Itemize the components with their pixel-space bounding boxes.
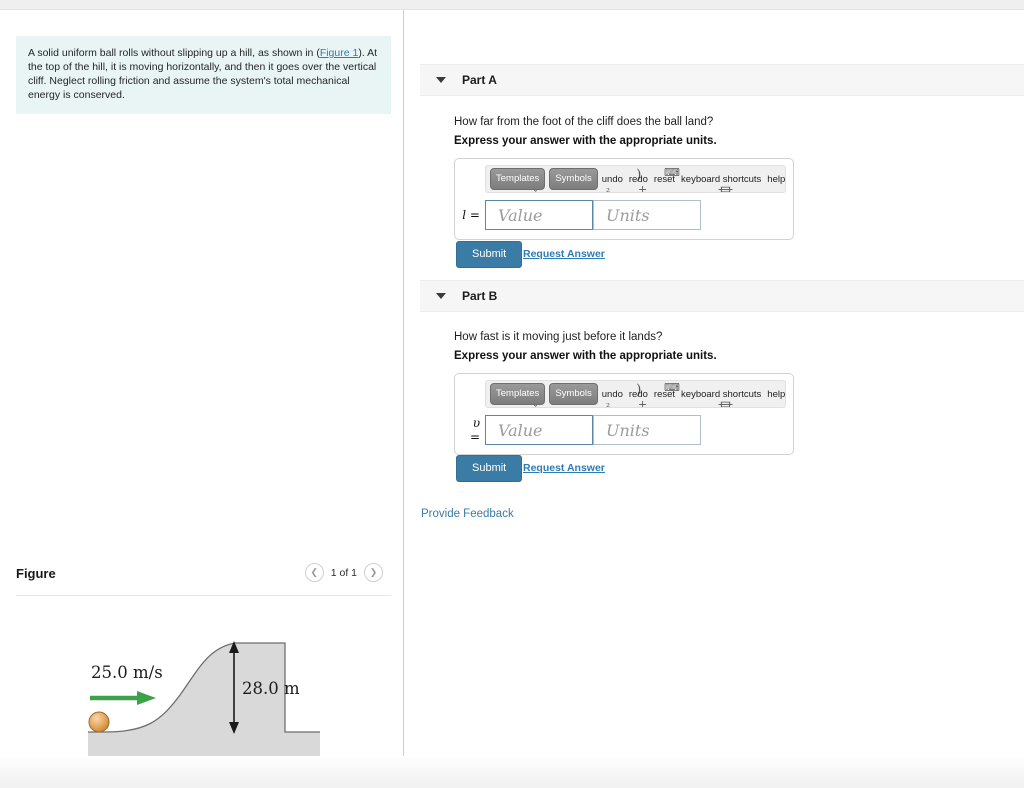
right-panel: Part A How far from the foot of the clif… — [404, 10, 1024, 756]
height-label: 28.0 m — [242, 679, 300, 698]
hill-cliff-diagram-svg: 25.0 m/s 28.0 m — [88, 641, 320, 762]
redo-button[interactable]: redo — [629, 174, 648, 185]
figure-1-link[interactable]: Figure 1 — [320, 47, 359, 59]
figure-panel-title: Figure — [16, 566, 56, 581]
problem-text-start: A solid uniform ball rolls without slipp… — [28, 47, 320, 59]
part-b-request-answer-link[interactable]: Request Answer — [523, 462, 605, 474]
part-b-submit-button[interactable]: Submit — [456, 455, 523, 482]
part-a-express: Express your answer with the appropriate… — [454, 135, 717, 147]
part-b-units-input[interactable]: Units — [593, 415, 701, 445]
page-root: A solid uniform ball rolls without slipp… — [0, 0, 1024, 788]
provide-feedback-link[interactable]: Provide Feedback — [421, 508, 514, 520]
problem-statement: A solid uniform ball rolls without slipp… — [16, 36, 391, 114]
figure-pagination: ❮ 1 of 1 ❯ — [304, 563, 383, 582]
part-b-variable-label: υ = — [469, 416, 480, 444]
part-a-header[interactable]: Part A — [420, 64, 1024, 96]
left-panel: A solid uniform ball rolls without slipp… — [0, 10, 403, 762]
keyboard-shortcuts-button[interactable]: keyboard shortcuts — [681, 389, 761, 400]
page-footer — [0, 756, 1024, 788]
part-a-answer-widget[interactable]: ≡ ( ‾ ) ⌨ ∿ ₂ + ⏛ Templates Symbols undo… — [454, 158, 794, 240]
help-button[interactable]: help — [767, 389, 785, 400]
velocity-arrow — [90, 691, 156, 705]
ball-shape — [88, 711, 110, 733]
part-a-variable-label: l = — [462, 208, 480, 222]
part-a-math-toolbar[interactable]: ≡ ( ‾ ) ⌨ ∿ ₂ + ⏛ Templates Symbols undo… — [485, 165, 786, 193]
part-b-answer-widget[interactable]: ≡ ( ‾ ) ⌨ ∿ ₂ + ⏛ Templates Symbols undo… — [454, 373, 794, 455]
undo-button[interactable]: undo — [602, 174, 623, 185]
help-button[interactable]: help — [767, 174, 785, 185]
templates-button[interactable]: Templates — [490, 383, 546, 405]
part-b-header[interactable]: Part B — [420, 280, 1024, 312]
part-a-question: How far from the foot of the cliff does … — [454, 116, 714, 128]
part-b-value-input[interactable]: Value — [485, 415, 593, 445]
redo-button[interactable]: redo — [629, 389, 648, 400]
ghost-glyph-plus: + — [638, 183, 648, 193]
part-a-submit-button[interactable]: Submit — [456, 241, 523, 268]
part-b-question: How fast is it moving just before it lan… — [454, 331, 663, 343]
figure-panel-header: Figure ❮ 1 of 1 ❯ — [16, 558, 391, 596]
keyboard-shortcuts-button[interactable]: keyboard shortcuts — [681, 174, 761, 185]
part-a-input-row: l = Value Units — [462, 200, 786, 230]
undo-button[interactable]: undo — [602, 389, 623, 400]
ghost-glyph-plus: + — [638, 398, 648, 408]
part-b-math-toolbar[interactable]: ≡ ( ‾ ) ⌨ ∿ ₂ + ⏛ Templates Symbols undo… — [485, 380, 786, 408]
velocity-label: 25.0 m/s — [91, 663, 163, 682]
symbols-button[interactable]: Symbols — [549, 383, 598, 405]
part-a-units-input[interactable]: Units — [593, 200, 701, 230]
figure-diagram[interactable]: 25.0 m/s 28.0 m — [10, 610, 395, 762]
ghost-glyph-sub2: ₂ — [606, 399, 611, 408]
templates-button[interactable]: Templates — [490, 168, 546, 190]
chevron-down-icon[interactable] — [436, 293, 446, 299]
part-a-value-input[interactable]: Value — [485, 200, 593, 230]
part-b-label: Part B — [462, 289, 498, 303]
symbols-button[interactable]: Symbols — [549, 168, 598, 190]
part-b-input-row: υ = Value Units — [462, 415, 786, 445]
chevron-right-icon[interactable]: ❯ — [364, 563, 383, 582]
chevron-left-icon[interactable]: ❮ — [304, 563, 324, 582]
chevron-down-icon[interactable] — [436, 77, 446, 83]
reset-button[interactable]: reset — [654, 174, 675, 185]
top-bar — [0, 0, 1024, 10]
part-a-label: Part A — [462, 73, 497, 87]
part-b-express: Express your answer with the appropriate… — [454, 350, 717, 362]
part-a-request-answer-link[interactable]: Request Answer — [523, 248, 605, 260]
ghost-glyph-sub2: ₂ — [606, 184, 611, 193]
reset-button[interactable]: reset — [654, 389, 675, 400]
figure-counter: 1 of 1 — [330, 566, 357, 579]
